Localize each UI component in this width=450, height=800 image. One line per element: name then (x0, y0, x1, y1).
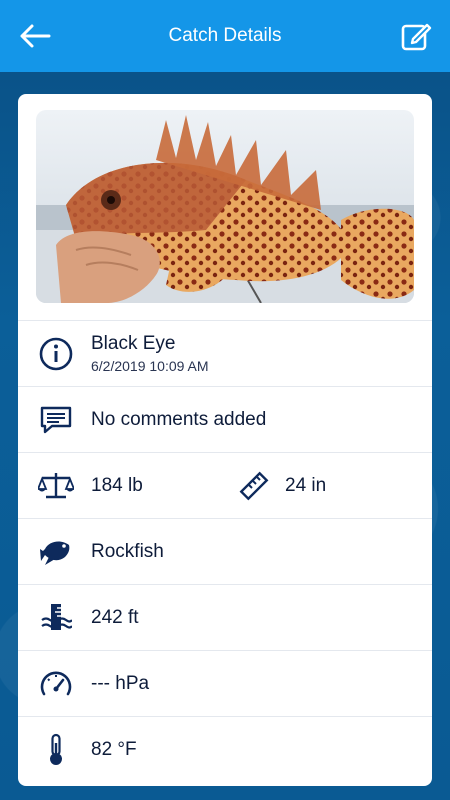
catch-datetime: 6/2/2019 10:09 AM (91, 358, 209, 374)
comment-icon (38, 402, 74, 438)
weight-value: 184 lb (91, 474, 143, 496)
fish-icon (38, 534, 74, 570)
scale-icon (38, 468, 74, 504)
fish-photo-image (36, 110, 414, 303)
length-value: 24 in (285, 474, 327, 496)
top-app-bar: Catch Details (0, 0, 450, 72)
species-value: Rockfish (91, 540, 164, 562)
page-title: Catch Details (168, 25, 282, 46)
edit-button[interactable] (400, 20, 432, 52)
temperature-value: 82 °F (91, 738, 137, 760)
edit-icon (401, 23, 432, 51)
temperature-row: 82 °F (18, 716, 432, 782)
depth-value: 242 ft (91, 606, 139, 628)
pressure-value: --- hPa (91, 672, 150, 694)
info-icon (38, 336, 74, 372)
comments-text: No comments added (91, 408, 267, 430)
catch-details-card: Black Eye 6/2/2019 10:09 AM No comments … (18, 94, 432, 786)
depth-row: 242 ft (18, 584, 432, 650)
species-row: Rockfish (18, 518, 432, 584)
arrow-left-icon (20, 24, 51, 48)
catch-photo[interactable] (36, 110, 414, 303)
thermometer-icon (38, 732, 74, 768)
depth-icon (38, 600, 74, 636)
back-button[interactable] (18, 22, 52, 50)
comments-row: No comments added (18, 386, 432, 452)
catch-name-row: Black Eye 6/2/2019 10:09 AM (18, 320, 432, 386)
pressure-row: --- hPa (18, 650, 432, 716)
catch-name: Black Eye (91, 333, 176, 354)
ruler-icon (236, 468, 272, 504)
measurements-row: 184 lb 24 in (18, 452, 432, 518)
gauge-icon (38, 666, 74, 702)
